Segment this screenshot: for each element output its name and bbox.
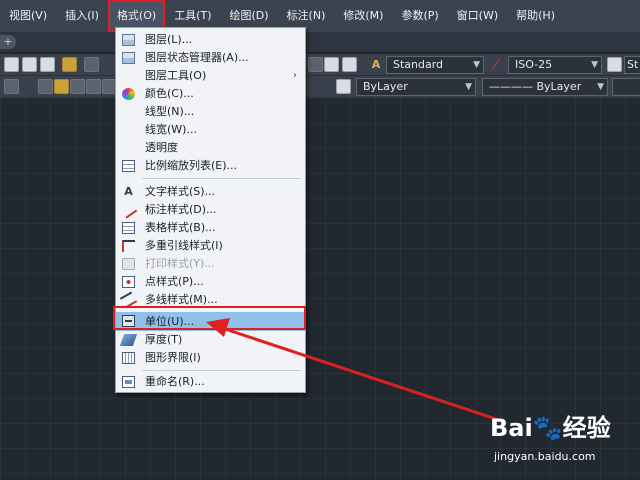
watermark-url: jingyan.baidu.com xyxy=(494,450,596,463)
color-wheel-icon xyxy=(122,88,135,100)
new-file-icon[interactable] xyxy=(4,57,19,72)
menu-item-label: 图层状态管理器(A)... xyxy=(145,51,249,64)
dim-style-combo-icon: ⟋ xyxy=(492,58,500,71)
open-file-icon[interactable] xyxy=(22,57,37,72)
menu-item-label: 多线样式(M)... xyxy=(145,293,218,306)
menu-item-label: 重命名(R)... xyxy=(145,375,205,388)
layer-manager-icon[interactable] xyxy=(4,79,19,94)
sheet-set-icon[interactable] xyxy=(324,57,339,72)
menu-item-label: 线型(N)... xyxy=(145,105,195,118)
menu-item-plot-style: 打印样式(Y)... xyxy=(116,255,305,273)
menu-separator xyxy=(142,370,301,371)
menu-item-layer[interactable]: 图层(L)... xyxy=(116,31,305,49)
menu-item-color[interactable]: 颜色(C)... xyxy=(116,85,305,103)
menu-item-lineweight[interactable]: 线宽(W)... xyxy=(116,121,305,139)
text-style-select[interactable]: Standard ▼ xyxy=(386,56,484,74)
menu-item-dim-style[interactable]: 标注样式(D)... xyxy=(116,201,305,219)
point-style-icon xyxy=(122,276,135,288)
linetype-select[interactable]: ———— ByLayer ▼ xyxy=(482,78,608,96)
layer-light-icon[interactable] xyxy=(54,79,69,94)
layer-color-select[interactable]: ByLayer ▼ xyxy=(356,78,476,96)
new-tab-button[interactable]: + xyxy=(0,35,16,49)
menu-window[interactable]: 窗口(W) xyxy=(448,0,507,32)
menu-item-label: 打印样式(Y)... xyxy=(145,257,215,270)
drawing-limits-icon xyxy=(122,352,135,364)
menu-view[interactable]: 视图(V) xyxy=(0,0,56,32)
menu-item-label: 比例缩放列表(E)... xyxy=(145,159,238,172)
color-swatch-icon xyxy=(336,79,351,94)
menu-separator xyxy=(142,178,301,179)
menu-item-label: 厚度(T) xyxy=(145,333,183,346)
table-style-combo-icon xyxy=(607,57,622,72)
text-style-combo-icon: A xyxy=(371,58,381,71)
menu-item-label: 透明度 xyxy=(145,141,178,154)
menu-item-label: 线宽(W)... xyxy=(145,123,197,136)
watermark-logo: Bai🐾经验 xyxy=(490,414,611,442)
menu-item-label: 颜色(C)... xyxy=(145,87,194,100)
menu-item-rename[interactable]: 重命名(R)... xyxy=(116,373,305,391)
mleader-style-icon xyxy=(122,240,135,252)
menu-modify[interactable]: 修改(M) xyxy=(334,0,392,32)
menu-item-label: 文字样式(S)... xyxy=(145,185,216,198)
text-style-icon: A xyxy=(124,185,133,198)
menu-item-label: 单位(U)... xyxy=(145,315,195,328)
mline-style-icon xyxy=(119,291,138,309)
menu-parametric[interactable]: 参数(P) xyxy=(392,0,447,32)
undo-icon[interactable] xyxy=(84,57,99,72)
menu-help[interactable]: 帮助(H) xyxy=(507,0,564,32)
menu-item-layer-tools[interactable]: 图层工具(O) › xyxy=(116,67,305,85)
menu-item-mleader-style[interactable]: 多重引线样式(I) xyxy=(116,237,305,255)
menu-item-drawing-limits[interactable]: 图形界限(I) xyxy=(116,349,305,367)
menu-item-units[interactable]: 单位(U)... xyxy=(116,312,305,331)
menu-item-layer-states[interactable]: 图层状态管理器(A)... xyxy=(116,49,305,67)
layer-lock-icon[interactable] xyxy=(86,79,101,94)
menu-item-mline-style[interactable]: 多线样式(M)... xyxy=(116,291,305,309)
menu-insert[interactable]: 插入(I) xyxy=(56,0,108,32)
menu-item-label: 标注样式(D)... xyxy=(145,203,217,216)
menu-bar: 视图(V) 插入(I) 格式(O) 工具(T) 绘图(D) 标注(N) 修改(M… xyxy=(0,0,640,32)
lineweight-select[interactable] xyxy=(612,78,640,96)
save-icon[interactable] xyxy=(40,57,55,72)
thickness-icon xyxy=(119,334,138,346)
layer-states-icon xyxy=(122,52,135,64)
menu-item-table-style[interactable]: 表格样式(B)... xyxy=(116,219,305,237)
menu-item-label: 图形界限(I) xyxy=(145,351,201,364)
layers-toolbar: ByLayer ▼ ———— ByLayer ▼ xyxy=(0,76,640,98)
properties-icon[interactable] xyxy=(308,57,323,72)
layer-icon xyxy=(122,34,135,46)
dim-style-icon xyxy=(119,201,138,219)
menu-item-point-style[interactable]: 点样式(P)... xyxy=(116,273,305,291)
table-style-select[interactable]: St xyxy=(624,56,640,74)
file-tab-strip: + xyxy=(0,32,640,52)
menu-item-text-style[interactable]: A 文字样式(S)... xyxy=(116,183,305,201)
submenu-arrow-icon: › xyxy=(293,70,297,81)
menu-item-linetype[interactable]: 线型(N)... xyxy=(116,103,305,121)
layer-freeze-icon[interactable] xyxy=(70,79,85,94)
layer-on-icon[interactable] xyxy=(38,79,53,94)
menu-item-label: 图层工具(O) xyxy=(145,69,207,82)
menu-item-transparency[interactable]: 透明度 xyxy=(116,139,305,157)
scale-list-icon xyxy=(122,160,135,172)
publish-icon[interactable] xyxy=(62,57,77,72)
units-icon xyxy=(122,315,135,327)
paw-icon: 🐾 xyxy=(532,414,563,442)
menu-item-thickness[interactable]: 厚度(T) xyxy=(116,331,305,349)
format-dropdown-menu: 图层(L)... 图层状态管理器(A)... 图层工具(O) › 颜色(C)..… xyxy=(115,27,306,393)
dim-style-select[interactable]: ISO-25 ▼ xyxy=(508,56,602,74)
table-style-icon xyxy=(122,222,135,234)
standard-toolbar: A Standard ▼ ⟋ ISO-25 ▼ St xyxy=(0,54,640,76)
help-icon[interactable] xyxy=(342,57,357,72)
rename-icon xyxy=(122,376,135,388)
menu-item-label: 多重引线样式(I) xyxy=(145,239,223,252)
menu-item-label: 图层(L)... xyxy=(145,33,193,46)
watermark: Bai🐾经验 jingyan.baidu.com xyxy=(490,408,630,474)
plot-style-icon xyxy=(122,258,135,270)
menu-item-scale-list[interactable]: 比例缩放列表(E)... xyxy=(116,157,305,175)
menu-item-label: 表格样式(B)... xyxy=(145,221,216,234)
menu-item-label: 点样式(P)... xyxy=(145,275,204,288)
